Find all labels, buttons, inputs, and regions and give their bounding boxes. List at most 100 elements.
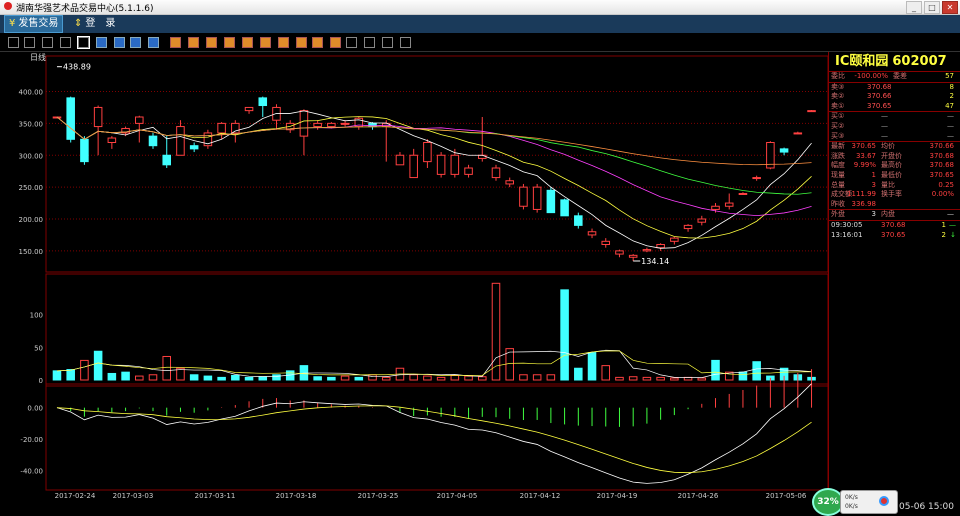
stat-row: 成交额1111.99换手率0.00%	[829, 190, 960, 200]
blue-grid-icon[interactable]	[130, 37, 141, 48]
minimize-button[interactable]: _	[906, 1, 922, 14]
price-tick: 300.00	[19, 152, 44, 160]
tick-price: 370.65	[881, 231, 906, 241]
stat-value: 9.99%	[854, 161, 876, 171]
menu-login[interactable]: ⇕登 录	[70, 16, 119, 32]
tick-row: 13:16:01370.652↓	[829, 231, 960, 241]
outer-value: 3	[872, 210, 876, 220]
blue-grid-icon[interactable]	[96, 37, 107, 48]
blue-grid-icon[interactable]	[114, 37, 125, 48]
inner-value: —	[947, 210, 954, 220]
volume-tick: 50	[34, 344, 43, 352]
volume-bar	[369, 375, 377, 380]
stock-code: 602007	[892, 54, 946, 69]
ask-row: 卖②370.662	[829, 92, 960, 102]
volume-bar	[204, 376, 212, 380]
menu-bar: ¥发售交易 ⇕登 录	[0, 15, 960, 33]
volume-bar	[561, 290, 569, 380]
macd-tick: -40.00	[20, 467, 43, 475]
stat-label-2: 开盘价	[881, 152, 902, 162]
gear-icon[interactable]	[400, 37, 411, 48]
menu-issue-trade[interactable]: ¥发售交易	[4, 15, 63, 33]
volume-bar	[437, 377, 445, 380]
orange-icon[interactable]	[312, 37, 323, 48]
orange-icon[interactable]	[188, 37, 199, 48]
zoom-out-icon[interactable]	[364, 37, 375, 48]
high-label: 438.89	[63, 63, 91, 72]
candle	[204, 130, 212, 149]
kline-chart[interactable]: 日线400.00350.00300.00250.00200.00150.0043…	[0, 52, 828, 516]
inner-label: 内盘	[881, 210, 895, 220]
orange-icon[interactable]	[278, 37, 289, 48]
date-tick: 2017-03-25	[358, 492, 399, 500]
orange-icon[interactable]	[260, 37, 271, 48]
macd-tick: 0.00	[27, 405, 43, 413]
bid-qty: —	[947, 112, 954, 122]
orange-icon[interactable]	[330, 37, 341, 48]
period-label: 日线	[30, 52, 46, 62]
stat-label: 幅度	[831, 161, 845, 171]
ask-label: 卖②	[831, 92, 844, 102]
stat-row: 昨收336.98	[829, 200, 960, 210]
volume-bar	[314, 377, 322, 380]
volume-bar	[341, 376, 349, 380]
orange-icon[interactable]	[242, 37, 253, 48]
ask-label: 卖①	[831, 102, 844, 112]
candle	[81, 136, 89, 165]
tick-direction-icon: —	[949, 221, 956, 231]
window-title: 湖南华强艺术品交易中心(5.1.1.6)	[16, 1, 154, 14]
date-tick: 2017-03-18	[276, 492, 317, 500]
stat-label: 涨跌	[831, 152, 845, 162]
weibi-value: -100.00%	[854, 72, 888, 82]
weicha-value: 57	[945, 72, 954, 82]
price-tick: 400.00	[19, 89, 44, 97]
volume-bar	[547, 375, 555, 380]
candle	[67, 97, 75, 143]
orange-icon[interactable]	[224, 37, 235, 48]
toolbar	[0, 34, 960, 52]
volume-bar	[273, 375, 281, 380]
menu-label: 登 录	[85, 18, 115, 29]
stat-row: 最新370.65均价370.66	[829, 142, 960, 152]
stat-label-2: 换手率	[881, 190, 902, 200]
orange-icon[interactable]	[296, 37, 307, 48]
zoom-in-icon[interactable]	[346, 37, 357, 48]
ask-label: 卖③	[831, 83, 844, 93]
bar-chart-icon[interactable]	[8, 37, 19, 48]
candles-icon[interactable]	[42, 37, 53, 48]
bid-label: 买③	[831, 132, 844, 142]
orange-icon[interactable]	[206, 37, 217, 48]
list-icon[interactable]	[60, 37, 71, 48]
tick-time: 13:16:01	[831, 231, 862, 241]
volume-bar	[190, 375, 198, 380]
menu-label: 发售交易	[18, 18, 58, 29]
stat-label-2: 量比	[881, 181, 895, 191]
ask-row: 卖①370.6547	[829, 102, 960, 112]
network-widget[interactable]: 0K/s 0K/s	[840, 490, 898, 514]
stat-row: 现量1最低价370.65	[829, 171, 960, 181]
outer-inner-row: 外盘 3 内盘 —	[829, 210, 960, 220]
volume-tick: 0	[39, 377, 43, 385]
date-tick: 2017-03-11	[195, 492, 236, 500]
volume-bar	[753, 362, 761, 380]
window-icon[interactable]	[78, 37, 89, 48]
stat-label: 昨收	[831, 200, 845, 210]
stat-value-2: 370.66	[930, 142, 955, 152]
bid-qty: —	[947, 122, 954, 132]
volume-bar	[355, 377, 363, 380]
volume-bar	[163, 356, 171, 380]
ask-price: 370.65	[867, 102, 892, 112]
stat-label-2: 最低价	[881, 171, 902, 181]
stat-label: 现量	[831, 171, 845, 181]
volume-bar	[602, 366, 610, 380]
blue-grid-icon[interactable]	[148, 37, 159, 48]
pencil-icon[interactable]	[382, 37, 393, 48]
line-chart-icon[interactable]	[24, 37, 35, 48]
bid-price: —	[881, 112, 888, 122]
maximize-button[interactable]: □	[924, 1, 940, 14]
close-button[interactable]: ✕	[942, 1, 958, 14]
volume-bar	[451, 375, 459, 380]
date-tick: 2017-04-05	[437, 492, 478, 500]
orange-icon[interactable]	[170, 37, 181, 48]
date-tick: 2017-04-12	[520, 492, 561, 500]
